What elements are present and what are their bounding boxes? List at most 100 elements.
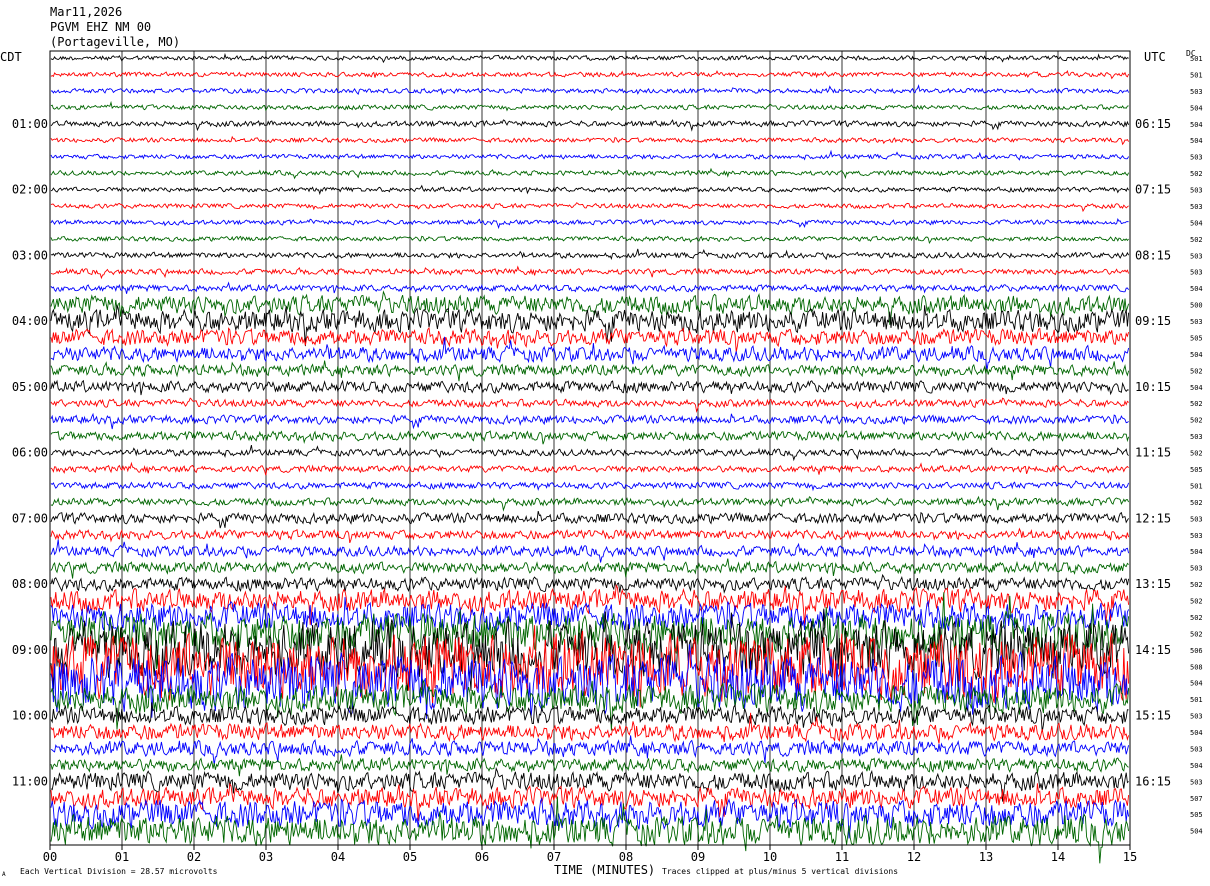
- dc-offset-label: 504: [1190, 729, 1203, 737]
- seismic-trace: [50, 135, 1129, 146]
- dc-offset-label: 508: [1190, 663, 1203, 671]
- seismic-trace: [50, 265, 1130, 280]
- dc-offset-label: 501: [1190, 55, 1203, 63]
- x-tick-label: 01: [115, 850, 129, 864]
- right-time-label: 07:15: [1135, 183, 1171, 197]
- x-tick-label: 11: [835, 850, 849, 864]
- dc-offset-label: 503: [1190, 778, 1203, 786]
- right-time-label: 10:15: [1135, 380, 1171, 394]
- seismic-trace: [50, 52, 1129, 64]
- grid-lines: [121, 51, 1059, 845]
- right-time-label: 09:15: [1135, 314, 1171, 328]
- left-time-label: 04:00: [12, 314, 48, 328]
- x-tick-label: 13: [979, 850, 993, 864]
- seismic-trace: [50, 735, 1130, 765]
- x-tick-label: 08: [619, 850, 633, 864]
- left-time-label: 03:00: [12, 248, 48, 262]
- x-tick-label: 05: [403, 850, 417, 864]
- dc-offset-label: 504: [1190, 828, 1203, 836]
- right-time-label: 14:15: [1135, 643, 1171, 657]
- dc-offset-label: 502: [1190, 499, 1203, 507]
- seismic-trace: [50, 480, 1130, 492]
- seismic-trace: [50, 539, 1130, 563]
- dc-offset-label: 504: [1190, 351, 1203, 359]
- dc-offset-label: 506: [1190, 647, 1203, 655]
- seismic-trace: [50, 527, 1130, 544]
- right-time-label: 16:15: [1135, 774, 1171, 788]
- dc-offset-label: 503: [1190, 318, 1203, 326]
- seismic-trace: [50, 248, 1129, 261]
- seismic-trace: [50, 235, 1129, 244]
- dc-offset-label: 505: [1190, 334, 1203, 342]
- seismic-trace: [50, 304, 1130, 347]
- dc-offset-label: 504: [1190, 548, 1203, 556]
- dc-offset-label: 502: [1190, 367, 1203, 375]
- dc-offset-label: 504: [1190, 384, 1203, 392]
- right-time-label: 08:15: [1135, 248, 1171, 262]
- seismic-trace: [50, 754, 1129, 777]
- dc-offset-label: 507: [1190, 795, 1203, 803]
- dc-offset-label: 503: [1190, 515, 1203, 523]
- x-tick-label: 02: [187, 850, 201, 864]
- left-time-label: 07:00: [12, 511, 48, 525]
- x-tick-label: 04: [331, 850, 345, 864]
- seismic-trace: [50, 217, 1129, 230]
- right-time-label: 15:15: [1135, 709, 1171, 723]
- x-tick-label: 15: [1123, 850, 1137, 864]
- left-time-label: 02:00: [12, 183, 48, 197]
- dc-offset-label: 503: [1190, 565, 1203, 573]
- dc-offset-label: 502: [1190, 581, 1203, 589]
- dc-offset-label: 503: [1190, 745, 1203, 753]
- dc-offset-label: 502: [1190, 450, 1203, 458]
- left-time-label: 08:00: [12, 577, 48, 591]
- dc-offset-label: 503: [1190, 713, 1203, 721]
- seismic-trace: [50, 119, 1130, 132]
- seismic-trace: [50, 412, 1129, 430]
- left-time-label: 09:00: [12, 643, 48, 657]
- dc-offset-label: 502: [1190, 417, 1203, 425]
- right-time-label: 12:15: [1135, 511, 1171, 525]
- scale-note: Each Vertical Division = 28.57 microvolt…: [20, 867, 218, 876]
- seismic-trace: [50, 379, 1129, 396]
- x-tick-label: 14: [1051, 850, 1065, 864]
- dc-offset-label: 501: [1190, 482, 1203, 490]
- seismic-trace: [50, 202, 1129, 213]
- dc-offset-label: 505: [1190, 811, 1203, 819]
- corner-mark: A: [2, 871, 6, 878]
- dc-offset-label: 504: [1190, 285, 1203, 293]
- dc-offset-label: 503: [1190, 154, 1203, 162]
- seismic-trace: [50, 100, 1129, 112]
- seismic-trace: [50, 167, 1130, 180]
- left-time-label: 11:00: [12, 774, 48, 788]
- x-tick-label: 12: [907, 850, 921, 864]
- right-time-label: 11:15: [1135, 446, 1171, 460]
- dc-offset-label: 502: [1190, 400, 1203, 408]
- dc-offset-label: 502: [1190, 630, 1203, 638]
- x-tick-label: 00: [43, 850, 57, 864]
- left-time-label: 05:00: [12, 380, 48, 394]
- dc-offset-label: 505: [1190, 466, 1203, 474]
- dc-offset-label: 503: [1190, 203, 1203, 211]
- seismic-trace: [50, 782, 1130, 821]
- dc-offset-label: 504: [1190, 137, 1203, 145]
- plot-frame: [49, 50, 1131, 846]
- dc-offset-label: 503: [1190, 88, 1203, 96]
- seismic-trace: [50, 360, 1130, 382]
- seismic-trace: [50, 184, 1129, 196]
- dc-offset-label: 503: [1190, 269, 1203, 277]
- dc-offset-label: 501: [1190, 71, 1203, 79]
- right-time-label: 13:15: [1135, 577, 1171, 591]
- seismic-trace: [50, 397, 1129, 413]
- left-time-label: 10:00: [12, 709, 48, 723]
- seismic-trace: [51, 84, 1130, 96]
- seismic-trace: [50, 461, 1129, 476]
- seismic-trace: [50, 510, 1129, 529]
- seismic-trace: [50, 430, 1130, 445]
- x-tick-label: 03: [259, 850, 273, 864]
- seismic-trace: [50, 495, 1130, 512]
- x-tick-label: 10: [763, 850, 777, 864]
- x-axis-title: TIME (MINUTES): [554, 863, 656, 877]
- dc-offset-label: 500: [1190, 302, 1203, 310]
- dc-offset-label: 504: [1190, 121, 1203, 129]
- left-time-label: 01:00: [12, 117, 48, 131]
